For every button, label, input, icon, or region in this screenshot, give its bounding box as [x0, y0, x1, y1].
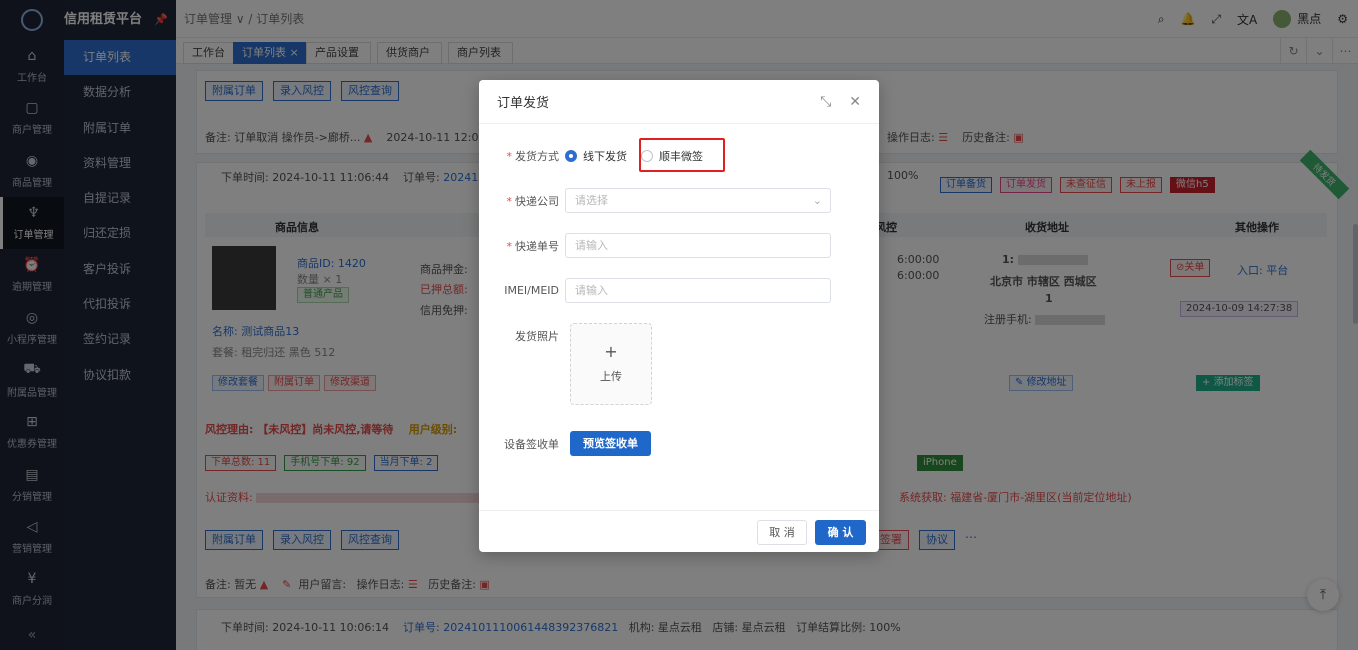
ship-order-dialog: 订单发货 ⤡ ✕ * 发货方式 线下发货 顺丰微签 * 快递公司 请选择 ⌄ * 快递单…	[479, 80, 879, 552]
imei-input[interactable]: 请输入	[565, 278, 831, 303]
courier-row: * 快递公司 请选择 ⌄	[479, 188, 879, 213]
ship-method-label: 发货方式	[515, 150, 559, 163]
receipt-label: 设备签收单	[504, 438, 559, 451]
confirm-button[interactable]: 确 认	[815, 520, 866, 545]
photo-upload[interactable]: + 上传	[570, 323, 652, 405]
photo-label: 发货照片	[515, 330, 559, 343]
cancel-button[interactable]: 取 消	[757, 520, 807, 545]
tracking-row: * 快递单号 请输入	[479, 233, 879, 258]
imei-label: IMEI/MEID	[504, 284, 559, 297]
radio-checked-icon	[565, 150, 577, 162]
highlight-box	[639, 138, 725, 172]
maximize-icon[interactable]: ⤡	[820, 94, 831, 110]
courier-select[interactable]: 请选择 ⌄	[565, 188, 831, 213]
plus-icon: +	[604, 342, 618, 361]
radio-offline-label: 线下发货	[583, 150, 627, 163]
chevron-down-icon: ⌄	[812, 194, 822, 207]
photo-row: 发货照片	[479, 328, 879, 344]
radio-offline-shipping[interactable]: 线下发货	[565, 148, 627, 164]
dialog-title: 订单发货	[497, 96, 550, 111]
receipt-row: 设备签收单	[479, 436, 879, 452]
courier-label: 快递公司	[515, 194, 559, 208]
imei-row: IMEI/MEID 请输入	[479, 278, 879, 303]
upload-text: 上传	[600, 370, 622, 383]
preview-receipt-button[interactable]: 预览签收单	[570, 431, 651, 456]
tracking-label: 快递单号	[515, 239, 559, 253]
dialog-footer: 取 消 确 认	[479, 510, 879, 552]
close-icon[interactable]: ✕	[849, 94, 861, 110]
tracking-input[interactable]: 请输入	[565, 233, 831, 258]
